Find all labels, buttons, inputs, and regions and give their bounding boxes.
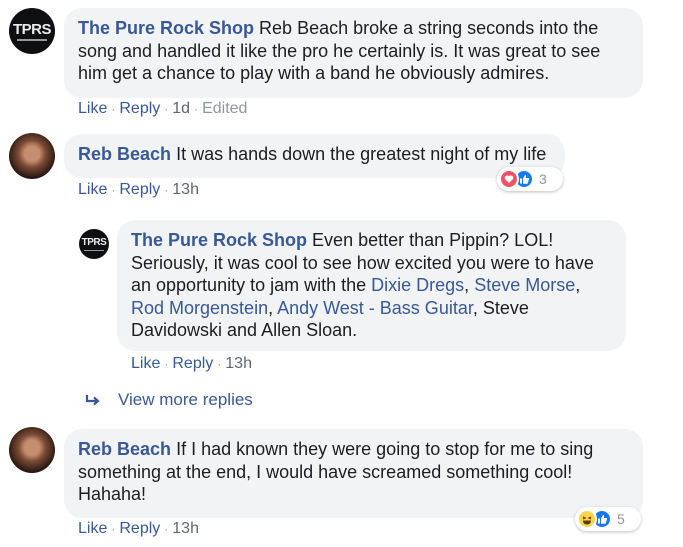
reply-link[interactable]: Reply	[119, 520, 160, 537]
like-link[interactable]: Like	[78, 520, 107, 537]
like-link[interactable]: Like	[78, 100, 107, 117]
comment-bubble: The Pure Rock Shop Even better than Pipp…	[117, 220, 626, 351]
like-link[interactable]: Like	[131, 355, 160, 372]
avatar[interactable]	[9, 427, 55, 473]
comment-author[interactable]: The Pure Rock Shop	[78, 18, 254, 38]
like-link[interactable]: Like	[78, 181, 107, 198]
reaction-count: 5	[617, 511, 625, 527]
separator-dot: ·	[164, 183, 169, 197]
reply-link[interactable]: Reply	[119, 181, 160, 198]
tagged-page-link[interactable]: Andy West - Bass Guitar	[277, 298, 473, 318]
comment-actions: Like · Reply · 13h	[131, 355, 252, 373]
avatar-logo-text: TPRS	[81, 236, 107, 248]
separator-dot: ·	[217, 357, 222, 371]
tagged-page-link[interactable]: Dixie Dregs	[371, 275, 464, 295]
reaction-count: 3	[539, 171, 547, 187]
separator-dot: ·	[164, 522, 169, 536]
comment-actions: Like · Reply · 13h	[78, 520, 199, 538]
comment-timestamp[interactable]: 13h	[172, 181, 199, 198]
comment-author[interactable]: The Pure Rock Shop	[131, 230, 307, 250]
comment-text: It was hands down the greatest night of …	[176, 144, 547, 164]
avatar[interactable]: TPRS	[9, 8, 55, 54]
separator-dot: ·	[164, 102, 169, 116]
edited-label[interactable]: Edited	[202, 100, 247, 117]
comment-text: ,	[464, 275, 475, 295]
avatar-logo-text: TPRS	[12, 20, 52, 38]
comment-author[interactable]: Reb Beach	[78, 144, 171, 164]
avatar-logo-underline	[84, 249, 104, 251]
tagged-person-link[interactable]: Rod Morgenstein	[131, 298, 268, 318]
comment-timestamp[interactable]: 1d	[172, 100, 190, 117]
comment-actions: Like · Reply · 1d · Edited	[78, 100, 247, 118]
reply-link[interactable]: Reply	[172, 355, 213, 372]
comment-text: ,	[575, 275, 581, 295]
separator-dot: ·	[164, 357, 169, 371]
separator-dot: ·	[111, 102, 116, 116]
separator-dot: ·	[111, 183, 116, 197]
haha-icon	[577, 509, 597, 529]
comment-timestamp[interactable]: 13h	[172, 520, 199, 537]
comment-timestamp[interactable]: 13h	[225, 355, 252, 372]
separator-dot: ·	[111, 522, 116, 536]
reaction-summary[interactable]: 3	[497, 167, 563, 191]
avatar[interactable]	[9, 133, 55, 179]
comment-bubble: Reb Beach If I had known they were going…	[64, 429, 643, 518]
love-icon	[499, 169, 519, 189]
avatar-logo-underline	[17, 38, 47, 41]
comment-actions: Like · Reply · 13h	[78, 181, 199, 199]
comment-text: ,	[268, 297, 278, 318]
avatar[interactable]: TPRS	[79, 229, 109, 259]
comment-author[interactable]: Reb Beach	[78, 439, 171, 459]
tagged-person-link[interactable]: Steve Morse	[474, 275, 575, 295]
reaction-summary[interactable]: 5	[575, 507, 641, 531]
comment-bubble: The Pure Rock Shop Reb Beach broke a str…	[64, 8, 643, 98]
reply-arrow-icon	[84, 393, 102, 407]
comment-bubble: Reb Beach It was hands down the greatest…	[64, 134, 565, 178]
reply-link[interactable]: Reply	[119, 100, 160, 117]
view-more-replies-label[interactable]: View more replies	[118, 390, 253, 410]
separator-dot: ·	[194, 102, 199, 116]
view-more-replies[interactable]: View more replies	[84, 390, 253, 410]
